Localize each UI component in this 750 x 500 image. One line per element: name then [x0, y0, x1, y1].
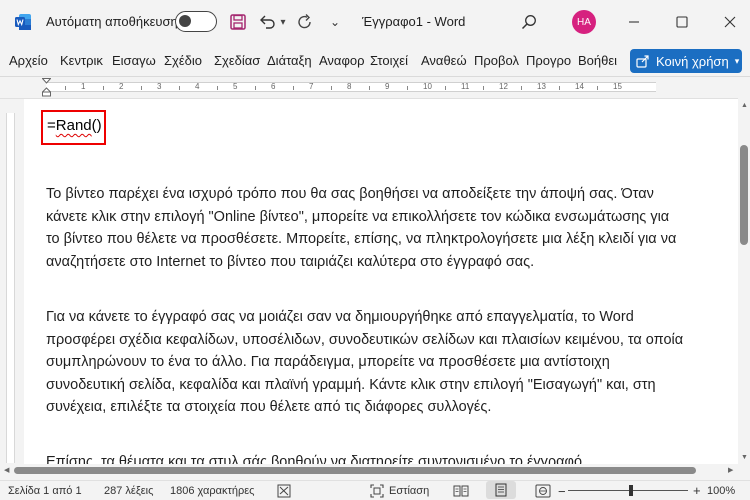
- zoom-out-button[interactable]: −: [558, 484, 566, 499]
- proofing-icon[interactable]: [277, 484, 291, 498]
- focus-label[interactable]: Εστίαση: [389, 485, 429, 497]
- undo-dropdown-icon[interactable]: ▾: [278, 11, 288, 33]
- tab-home[interactable]: Κεντρικ: [60, 53, 105, 68]
- ruler-number: 11: [461, 82, 470, 91]
- search-icon[interactable]: [518, 11, 540, 33]
- zoom-slider-thumb[interactable]: [629, 485, 633, 496]
- scroll-left-icon[interactable]: ◀: [4, 466, 9, 474]
- tab-insert[interactable]: Εισαγω: [112, 53, 156, 68]
- ruler-number: 7: [309, 82, 314, 91]
- share-button[interactable]: Κοινή χρήση ▾: [630, 49, 742, 73]
- ruler-tick: [293, 86, 294, 90]
- tab-developer[interactable]: Προγρο: [526, 53, 571, 68]
- tab-design[interactable]: Σχεδίασ: [214, 53, 261, 68]
- tab-mailings[interactable]: Στοιχεί: [370, 53, 415, 68]
- formula-word: Rand: [55, 117, 92, 134]
- ruler-number: 1: [81, 82, 86, 91]
- print-layout-icon[interactable]: [486, 481, 516, 499]
- ruler-tick: [217, 86, 218, 90]
- zoom-slider[interactable]: [568, 490, 688, 491]
- document-page[interactable]: =Rand() Το βίντεο παρέχει ένα ισχυρό τρό…: [24, 99, 738, 464]
- vertical-ruler-track[interactable]: [6, 113, 15, 463]
- ruler-tick: [597, 86, 598, 90]
- word-logo-icon: [15, 14, 31, 30]
- ruler-number: 4: [195, 82, 200, 91]
- undo-icon[interactable]: [256, 11, 278, 33]
- toggle-knob: [179, 15, 191, 27]
- ruler-track[interactable]: 1 2 3 4 5 6 7 8 9 10 11 12 13 14 15: [42, 78, 656, 97]
- title-bar: Αυτόματη αποθήκευση ▾ ⌄ Έγγραφο1 - Word …: [0, 0, 750, 44]
- formula-suffix: (): [91, 117, 102, 134]
- ruler-number: 8: [347, 82, 352, 91]
- vertical-scroll-thumb[interactable]: [740, 145, 748, 245]
- page-count[interactable]: Σελίδα 1 από 1: [8, 485, 82, 497]
- zoom-level[interactable]: 100%: [707, 485, 735, 497]
- redo-icon[interactable]: [294, 11, 316, 33]
- ruler-number: 13: [537, 82, 546, 91]
- maximize-icon[interactable]: [670, 10, 694, 34]
- customize-qat-icon[interactable]: ⌄: [328, 11, 342, 33]
- paragraph-3[interactable]: Επίσης, τα θέματα και τα στυλ σάς βοηθού…: [46, 451, 686, 464]
- tab-layout[interactable]: Διάταξη: [267, 53, 311, 68]
- ruler-tick: [179, 86, 180, 90]
- ruler-tick: [407, 86, 408, 90]
- ruler-tick: [483, 86, 484, 90]
- focus-icon[interactable]: [370, 484, 384, 498]
- tab-draw[interactable]: Σχέδιο: [164, 53, 207, 68]
- ruler-number: 9: [385, 82, 390, 91]
- ruler-number: 15: [613, 82, 622, 91]
- character-count[interactable]: 1806 χαρακτήρες: [170, 485, 254, 497]
- scroll-up-icon[interactable]: ▲: [741, 102, 748, 109]
- paragraph-2[interactable]: Για να κάνετε το έγγραφό σας να μοιάζει …: [46, 306, 686, 419]
- ruler-number: 3: [157, 82, 162, 91]
- tab-view[interactable]: Προβολ: [474, 53, 519, 68]
- share-label: Κοινή χρήση: [656, 53, 729, 69]
- customize-qat-glyph: ⌄: [329, 15, 341, 29]
- ruler-tick: [141, 86, 142, 90]
- tab-references[interactable]: Αναφορ: [319, 53, 364, 68]
- ruler-tick: [255, 86, 256, 90]
- tab-file[interactable]: Αρχείο: [9, 53, 53, 68]
- ruler-number: 2: [119, 82, 124, 91]
- ruler-number: 6: [271, 82, 276, 91]
- read-mode-icon[interactable]: [453, 484, 469, 498]
- ruler-number: 5: [233, 82, 238, 91]
- ruler-tick: [369, 86, 370, 90]
- autosave-label: Αυτόματη αποθήκευση: [46, 14, 178, 29]
- zoom-in-button[interactable]: +: [693, 483, 701, 498]
- formula-prefix: =: [47, 117, 56, 134]
- ruler-tick: [445, 86, 446, 90]
- ruler-number: 10: [423, 82, 432, 91]
- save-icon[interactable]: [228, 11, 248, 33]
- scroll-down-icon[interactable]: ▼: [741, 454, 748, 461]
- formula-text[interactable]: =Rand(): [47, 117, 102, 134]
- ruler-number: 14: [575, 82, 584, 91]
- minimize-icon[interactable]: [622, 10, 646, 34]
- tab-review[interactable]: Αναθεώ: [421, 53, 468, 68]
- undo-dropdown-glyph: ▾: [280, 16, 286, 28]
- ruler-tick: [559, 86, 560, 90]
- share-icon: [636, 55, 649, 68]
- ruler-number: 12: [499, 82, 508, 91]
- paragraph-1[interactable]: Το βίντεο παρέχει ένα ισχυρό τρόπο που θ…: [46, 183, 686, 273]
- scroll-right-icon[interactable]: ▶: [728, 466, 733, 474]
- ruler-tick: [65, 86, 66, 90]
- ruler-tick: [331, 86, 332, 90]
- horizontal-scroll-thumb[interactable]: [14, 467, 696, 474]
- ruler-tick: [521, 86, 522, 90]
- word-count[interactable]: 287 λέξεις: [104, 485, 153, 497]
- tab-help[interactable]: Βοήθει: [578, 53, 622, 68]
- web-layout-icon[interactable]: [535, 484, 551, 498]
- share-dropdown-icon[interactable]: ▾: [735, 56, 740, 67]
- autosave-toggle[interactable]: [175, 11, 217, 32]
- close-icon[interactable]: [718, 10, 742, 34]
- user-avatar[interactable]: HA: [572, 10, 596, 34]
- document-title: Έγγραφο1 - Word: [362, 14, 466, 29]
- indent-marker-icon[interactable]: [42, 78, 51, 98]
- ruler-tick: [103, 86, 104, 90]
